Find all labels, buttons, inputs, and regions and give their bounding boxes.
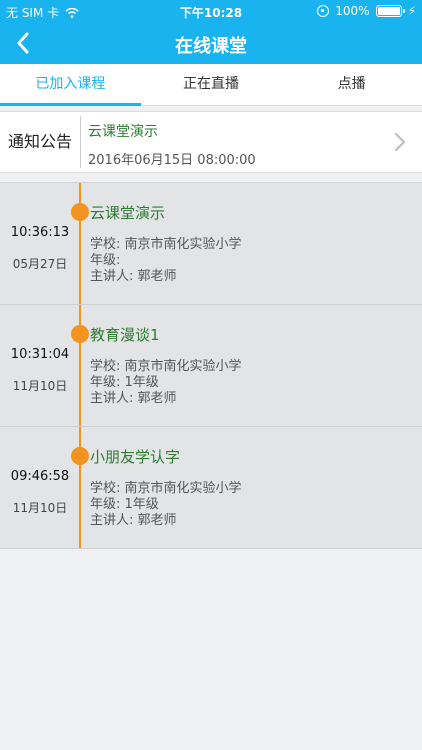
status-bar: 无 SIM 卡 下午10:28 100% ⚡ — [0, 0, 422, 22]
tab-on-demand[interactable]: 点播 — [281, 64, 422, 105]
notice-time: 2016年06月15日 08:00:00 — [88, 153, 256, 168]
course-title: 云课堂演示 — [90, 204, 166, 222]
timeline-dot — [71, 203, 89, 221]
course-time: 10:36:13 — [10, 225, 70, 240]
tab-joined-courses[interactable]: 已加入课程 — [0, 64, 141, 106]
course-date: 11月10日 — [12, 379, 68, 393]
timeline-dot — [71, 447, 89, 465]
rotation-lock-icon — [317, 5, 330, 17]
notice-title: 云课堂演示 — [88, 124, 158, 140]
course-item[interactable]: 10:36:13 05月27日 云课堂演示 学校: 南京市南化实验小学 年级: … — [0, 183, 422, 305]
notice-label: 通知公告 — [8, 132, 73, 151]
page-title: 在线课堂 — [175, 36, 247, 57]
top-bar: 无 SIM 卡 下午10:28 100% ⚡ 在线课堂 — [0, 0, 422, 64]
course-date: 11月10日 — [12, 501, 68, 515]
course-item[interactable]: 10:31:04 11月10日 教育漫谈1 学校: 南京市南化实验小学 年级: … — [0, 305, 422, 427]
course-speaker: 主讲人: 郭老师 — [90, 391, 177, 406]
tab-bar: 已加入课程 正在直播 点播 — [0, 64, 422, 106]
notice-row[interactable]: 通知公告 云课堂演示 2016年06月15日 08:00:00 — [0, 111, 422, 173]
course-time: 09:46:58 — [10, 469, 70, 484]
course-time: 10:31:04 — [10, 347, 70, 362]
chevron-right-icon — [395, 133, 405, 151]
course-timeline: 10:36:13 05月27日 云课堂演示 学校: 南京市南化实验小学 年级: … — [0, 182, 422, 549]
course-title: 教育漫谈1 — [90, 326, 160, 344]
timeline-dot — [71, 325, 89, 343]
tab-live[interactable]: 正在直播 — [141, 64, 282, 105]
course-speaker: 主讲人: 郭老师 — [90, 513, 177, 528]
course-item[interactable]: 09:46:58 11月10日 小朋友学认字 学校: 南京市南化实验小学 年级:… — [0, 427, 422, 549]
charging-icon: ⚡ — [407, 4, 416, 18]
navigation-bar: 在线课堂 — [0, 22, 422, 64]
course-speaker: 主讲人: 郭老师 — [90, 269, 177, 284]
course-date: 05月27日 — [12, 257, 68, 271]
battery-percent: 100% — [335, 4, 370, 18]
divider — [80, 116, 81, 168]
battery-icon — [375, 5, 405, 17]
course-title: 小朋友学认字 — [90, 448, 181, 466]
